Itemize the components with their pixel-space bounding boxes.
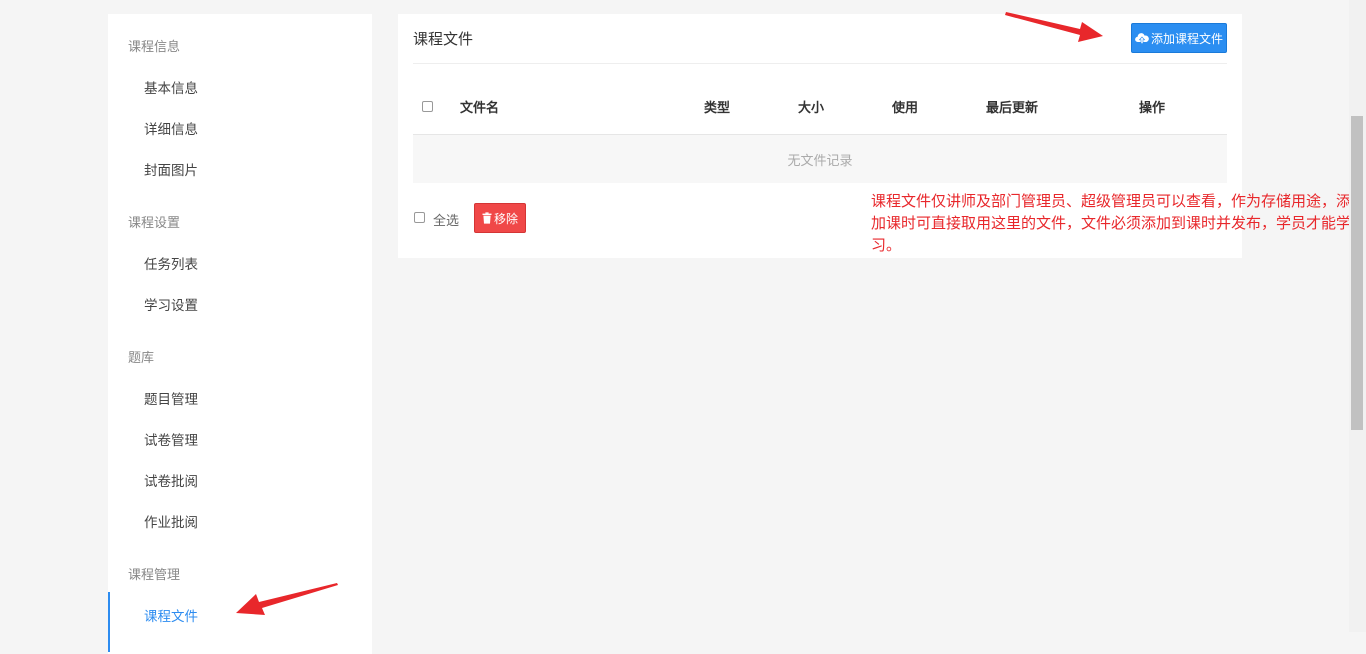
sidebar-active-indicator bbox=[108, 592, 110, 652]
annotation-arrow-icon bbox=[236, 583, 338, 615]
sidebar-group-course-info: 课程信息 bbox=[128, 40, 181, 55]
column-actions: 操作 bbox=[1139, 101, 1166, 116]
trash-icon bbox=[482, 212, 492, 224]
column-type: 类型 bbox=[704, 101, 731, 116]
sidebar-group-question-bank: 题库 bbox=[128, 351, 155, 366]
remove-button-label: 移除 bbox=[493, 211, 518, 226]
sidebar-group-course-management: 课程管理 bbox=[128, 568, 181, 583]
annotation-arrow-icon bbox=[1005, 12, 1103, 42]
sidebar-group-course-settings: 课程设置 bbox=[128, 216, 181, 231]
sidebar-item-course-files[interactable]: 课程文件 bbox=[144, 605, 198, 625]
cloud-upload-icon bbox=[1135, 32, 1149, 44]
add-course-file-label: 添加课程文件 bbox=[1150, 31, 1223, 46]
select-all-label[interactable]: 全选 bbox=[433, 210, 459, 229]
empty-table-row: 无文件记录 bbox=[413, 135, 1227, 183]
add-course-file-button[interactable]: 添加课程文件 bbox=[1131, 23, 1227, 53]
annotation-note: 课程文件仅讲师及部门管理员、超级管理员可以查看，作为存储用途，添加课时可直接取用… bbox=[871, 192, 1352, 254]
sidebar: 课程信息 基本信息 详细信息 封面图片 课程设置 任务列表 学习设置 题库 题目… bbox=[108, 14, 372, 654]
remove-button[interactable]: 移除 bbox=[474, 203, 526, 233]
sidebar-item-learning-settings[interactable]: 学习设置 bbox=[144, 294, 198, 314]
sidebar-item-cover-image[interactable]: 封面图片 bbox=[144, 159, 198, 179]
column-last-updated: 最后更新 bbox=[986, 101, 1039, 116]
select-all-checkbox[interactable] bbox=[414, 212, 425, 223]
panel-divider bbox=[413, 63, 1227, 64]
header-checkbox[interactable] bbox=[422, 101, 433, 112]
column-usage: 使用 bbox=[892, 101, 919, 116]
table-header: 文件名 类型 大小 使用 最后更新 操作 bbox=[413, 82, 1227, 135]
sidebar-item-paper-review[interactable]: 试卷批阅 bbox=[144, 470, 198, 490]
column-file-name: 文件名 bbox=[460, 101, 500, 116]
column-size: 大小 bbox=[798, 101, 825, 116]
sidebar-item-detail-info[interactable]: 详细信息 bbox=[144, 118, 198, 138]
sidebar-item-question-management[interactable]: 题目管理 bbox=[144, 388, 198, 408]
page-scrollbar-thumb[interactable] bbox=[1351, 116, 1363, 430]
sidebar-item-task-list[interactable]: 任务列表 bbox=[144, 253, 198, 273]
sidebar-item-basic-info[interactable]: 基本信息 bbox=[144, 77, 198, 97]
panel-title: 课程文件 bbox=[413, 30, 474, 48]
sidebar-item-paper-management[interactable]: 试卷管理 bbox=[144, 429, 198, 449]
sidebar-item-homework-review[interactable]: 作业批阅 bbox=[144, 511, 198, 531]
